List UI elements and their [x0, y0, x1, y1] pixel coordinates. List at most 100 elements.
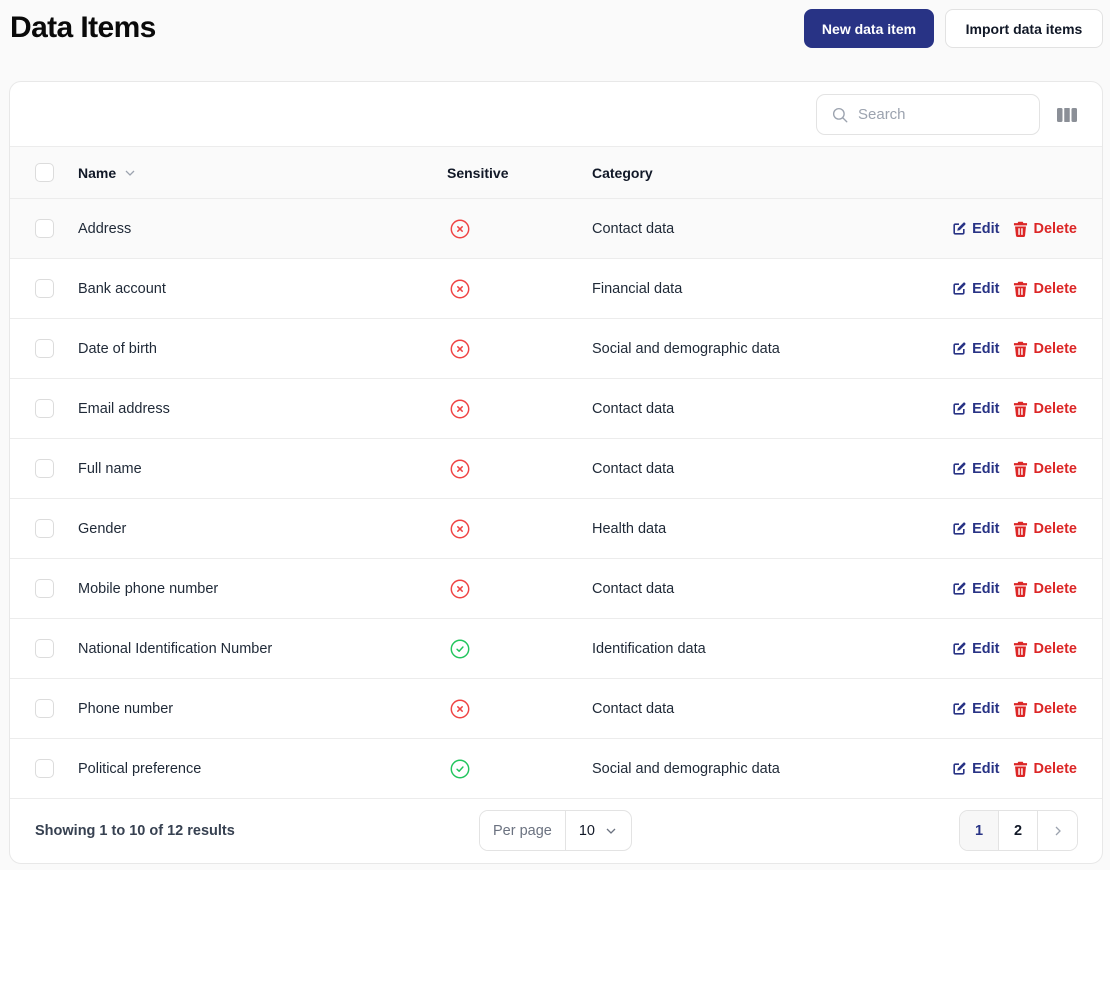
edit-label: Edit	[972, 640, 1000, 657]
delete-button[interactable]: Delete	[1013, 581, 1077, 597]
edit-button[interactable]: Edit	[951, 521, 999, 537]
row-checkbox[interactable]	[35, 279, 54, 298]
page-title: Data Items	[10, 11, 156, 44]
row-checkbox[interactable]	[35, 459, 54, 478]
edit-button[interactable]: Edit	[951, 401, 999, 417]
search-field[interactable]	[816, 94, 1040, 135]
row-name: Address	[78, 220, 132, 237]
delete-button[interactable]: Delete	[1013, 281, 1077, 297]
column-header-name[interactable]: Name	[78, 147, 136, 198]
table-row[interactable]: Date of birth Social and demographic data…	[10, 319, 1102, 379]
edit-button[interactable]: Edit	[951, 641, 999, 657]
chevron-down-icon	[606, 828, 616, 834]
row-checkbox[interactable]	[35, 699, 54, 718]
edit-button[interactable]: Edit	[951, 221, 999, 237]
row-checkbox[interactable]	[35, 219, 54, 238]
per-page-label: Per page	[480, 811, 566, 850]
table-row[interactable]: Political preference Social and demograph…	[10, 739, 1102, 799]
x-circle-icon	[449, 698, 471, 720]
delete-button[interactable]: Delete	[1013, 221, 1077, 237]
edit-button[interactable]: Edit	[951, 281, 999, 297]
pencil-square-icon	[951, 521, 967, 537]
table-body: Address Contact data Edit Delete Bank accoun…	[10, 199, 1102, 799]
pencil-square-icon	[951, 761, 967, 777]
row-checkbox[interactable]	[35, 339, 54, 358]
delete-label: Delete	[1033, 700, 1077, 717]
results-summary: Showing 1 to 10 of 12 results	[35, 822, 235, 839]
edit-label: Edit	[972, 580, 1000, 597]
edit-label: Edit	[972, 340, 1000, 357]
x-circle-icon	[449, 518, 471, 540]
delete-label: Delete	[1033, 640, 1077, 657]
edit-label: Edit	[972, 400, 1000, 417]
table-row[interactable]: Mobile phone number Contact data Edit Delet…	[10, 559, 1102, 619]
check-circle-icon	[449, 638, 471, 660]
row-category: Contact data	[592, 400, 675, 417]
edit-label: Edit	[972, 220, 1000, 237]
import-data-items-button[interactable]: Import data items	[945, 9, 1103, 48]
delete-button[interactable]: Delete	[1013, 641, 1077, 657]
row-checkbox[interactable]	[35, 639, 54, 658]
page-button-1[interactable]: 1	[960, 811, 999, 850]
row-checkbox[interactable]	[35, 519, 54, 538]
row-checkbox[interactable]	[35, 759, 54, 778]
header-actions: New data item Import data items	[804, 9, 1103, 48]
delete-button[interactable]: Delete	[1013, 401, 1077, 417]
chevron-right-icon	[1055, 826, 1061, 835]
delete-button[interactable]: Delete	[1013, 761, 1077, 777]
trash-icon	[1013, 641, 1028, 657]
data-items-table-card: Name Sensitive Category Address Contact d…	[9, 81, 1103, 864]
row-category: Contact data	[592, 460, 675, 477]
row-name: Bank account	[78, 280, 166, 297]
page-button-2[interactable]: 2	[999, 811, 1038, 850]
delete-button[interactable]: Delete	[1013, 461, 1077, 477]
x-circle-icon	[449, 338, 471, 360]
trash-icon	[1013, 521, 1028, 537]
edit-label: Edit	[972, 460, 1000, 477]
new-data-item-button[interactable]: New data item	[804, 9, 934, 48]
search-icon	[832, 107, 848, 122]
delete-button[interactable]: Delete	[1013, 341, 1077, 357]
table-row[interactable]: National Identification Number Identifica…	[10, 619, 1102, 679]
column-toggle-button[interactable]	[1056, 106, 1078, 124]
edit-button[interactable]: Edit	[951, 761, 999, 777]
select-all-checkbox[interactable]	[35, 163, 54, 182]
edit-button[interactable]: Edit	[951, 341, 999, 357]
row-name: Email address	[78, 400, 170, 417]
table-row[interactable]: Bank account Financial data Edit Delete	[10, 259, 1102, 319]
per-page-select[interactable]: 10	[566, 811, 631, 850]
chevron-down-icon[interactable]	[124, 167, 136, 179]
table-row[interactable]: Gender Health data Edit Delete	[10, 499, 1102, 559]
table-row[interactable]: Email address Contact data Edit Delete	[10, 379, 1102, 439]
edit-button[interactable]: Edit	[951, 461, 999, 477]
trash-icon	[1013, 761, 1028, 777]
row-category: Contact data	[592, 580, 675, 597]
trash-icon	[1013, 581, 1028, 597]
row-checkbox[interactable]	[35, 579, 54, 598]
search-input[interactable]	[858, 106, 1018, 123]
delete-button[interactable]: Delete	[1013, 521, 1077, 537]
row-category: Financial data	[592, 280, 683, 297]
trash-icon	[1013, 401, 1028, 417]
pencil-square-icon	[951, 281, 967, 297]
trash-icon	[1013, 281, 1028, 297]
delete-button[interactable]: Delete	[1013, 701, 1077, 717]
edit-button[interactable]: Edit	[951, 701, 999, 717]
edit-label: Edit	[972, 700, 1000, 717]
pencil-square-icon	[951, 341, 967, 357]
trash-icon	[1013, 341, 1028, 357]
edit-button[interactable]: Edit	[951, 581, 999, 597]
row-checkbox[interactable]	[35, 399, 54, 418]
x-circle-icon	[449, 578, 471, 600]
row-category: Contact data	[592, 220, 675, 237]
table-row[interactable]: Address Contact data Edit Delete	[10, 199, 1102, 259]
delete-label: Delete	[1033, 460, 1077, 477]
row-name: Date of birth	[78, 340, 157, 357]
column-header-category: Category	[592, 164, 653, 181]
next-page-button[interactable]	[1038, 811, 1077, 850]
row-category: Contact data	[592, 700, 675, 717]
trash-icon	[1013, 461, 1028, 477]
table-row[interactable]: Full name Contact data Edit Delete	[10, 439, 1102, 499]
table-row[interactable]: Phone number Contact data Edit Delete	[10, 679, 1102, 739]
row-name: Gender	[78, 520, 127, 537]
